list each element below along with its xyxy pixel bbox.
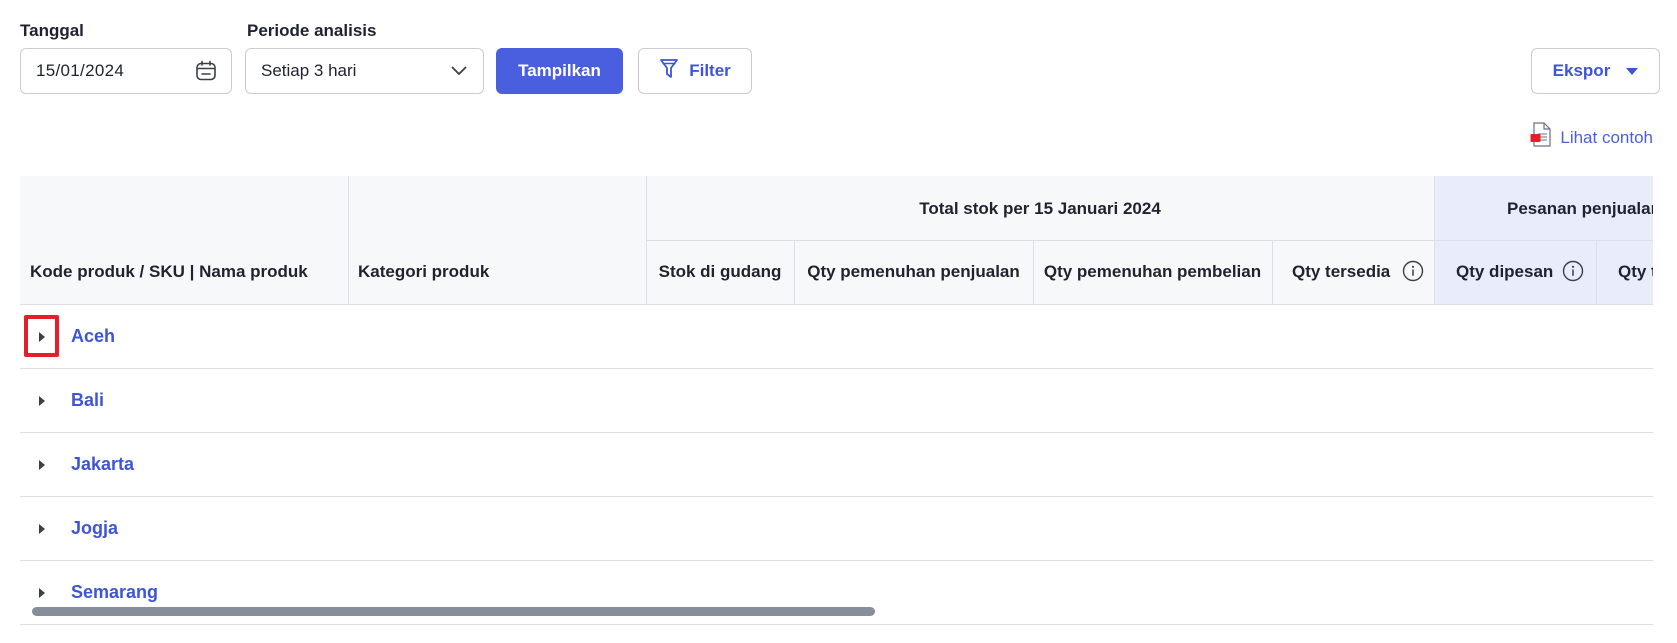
group-total-stock-label: Total stok per 15 Januari 2024 [919, 199, 1161, 218]
chevron-down-icon [451, 61, 467, 81]
expand-caret-icon[interactable] [35, 522, 49, 536]
header-sales-fulfillment: Qty pemenuhan penjualan [794, 240, 1033, 304]
show-button[interactable]: Tampilkan [496, 48, 623, 94]
filter-icon [659, 58, 679, 85]
col-next: Qty te [1618, 262, 1653, 281]
period-value: Setiap 3 hari [261, 61, 357, 80]
divider [794, 240, 795, 304]
region-name[interactable]: Aceh [71, 326, 115, 347]
stock-table: Kode produk / SKU | Nama produk Kategori… [20, 176, 1653, 626]
col-category: Kategori produk [358, 262, 490, 281]
table-row[interactable]: Aceh [20, 305, 1653, 369]
horizontal-scrollbar[interactable] [32, 607, 875, 616]
date-input[interactable]: 15/01/2024 [20, 48, 232, 94]
col-product: Kode produk / SKU | Nama produk [30, 262, 308, 281]
caret-down-icon [1626, 61, 1639, 81]
col-sales-fulfillment: Qty pemenuhan penjualan [807, 262, 1020, 281]
col-available: Qty tersedia [1292, 262, 1391, 281]
table-row[interactable]: Bali [20, 369, 1653, 433]
header-next: Qty te [1596, 240, 1653, 304]
col-warehouse-stock: Stok di gudang [658, 262, 782, 281]
region-name[interactable]: Semarang [71, 582, 158, 603]
info-icon[interactable] [1402, 260, 1424, 287]
expand-caret-icon[interactable] [35, 394, 49, 408]
region-name[interactable]: Bali [71, 390, 104, 411]
col-ordered: Qty dipesan [1456, 262, 1554, 281]
region-name[interactable]: Jogja [71, 518, 118, 539]
export-button[interactable]: Ekspor [1531, 48, 1660, 94]
filter-label: Filter [689, 61, 731, 80]
divider [1033, 240, 1034, 304]
divider [348, 176, 349, 304]
calendar-icon[interactable] [195, 60, 217, 82]
group-header-sales-orders: Pesanan penjualan [1434, 176, 1653, 240]
divider [1596, 240, 1597, 304]
header-warehouse-stock: Stok di gudang [646, 240, 794, 304]
group-sales-orders-label: Pesanan penjualan [1507, 199, 1653, 218]
filter-button[interactable]: Filter [638, 48, 752, 94]
region-name[interactable]: Jakarta [71, 454, 134, 475]
header-purchase-fulfillment: Qty pemenuhan pembelian [1033, 240, 1272, 304]
header-product: Kode produk / SKU | Nama produk [20, 176, 348, 304]
export-label: Ekspor [1552, 61, 1611, 80]
example-link-label: Lihat contoh [1560, 127, 1653, 147]
table-row[interactable]: Jogja [20, 497, 1653, 561]
pdf-file-icon [1530, 122, 1552, 153]
date-value: 15/01/2024 [36, 61, 125, 80]
divider [1272, 240, 1273, 304]
col-purchase-fulfillment: Qty pemenuhan pembelian [1043, 262, 1262, 281]
header-available: Qty tersedia [1272, 240, 1434, 304]
example-link[interactable]: Lihat contoh [1530, 122, 1653, 153]
table-row[interactable]: Jakarta [20, 433, 1653, 497]
period-select[interactable]: Setiap 3 hari [245, 48, 484, 94]
header-ordered: Qty dipesan [1434, 240, 1596, 304]
expand-caret-icon[interactable] [35, 458, 49, 472]
highlight-box [24, 315, 59, 357]
period-label: Periode analisis [247, 21, 377, 40]
divider [646, 240, 1653, 241]
group-header-total-stock: Total stok per 15 Januari 2024 [646, 176, 1434, 240]
header-category: Kategori produk [348, 176, 646, 304]
info-icon[interactable] [1562, 260, 1584, 287]
date-label: Tanggal [20, 21, 84, 40]
expand-caret-icon[interactable] [35, 586, 49, 600]
